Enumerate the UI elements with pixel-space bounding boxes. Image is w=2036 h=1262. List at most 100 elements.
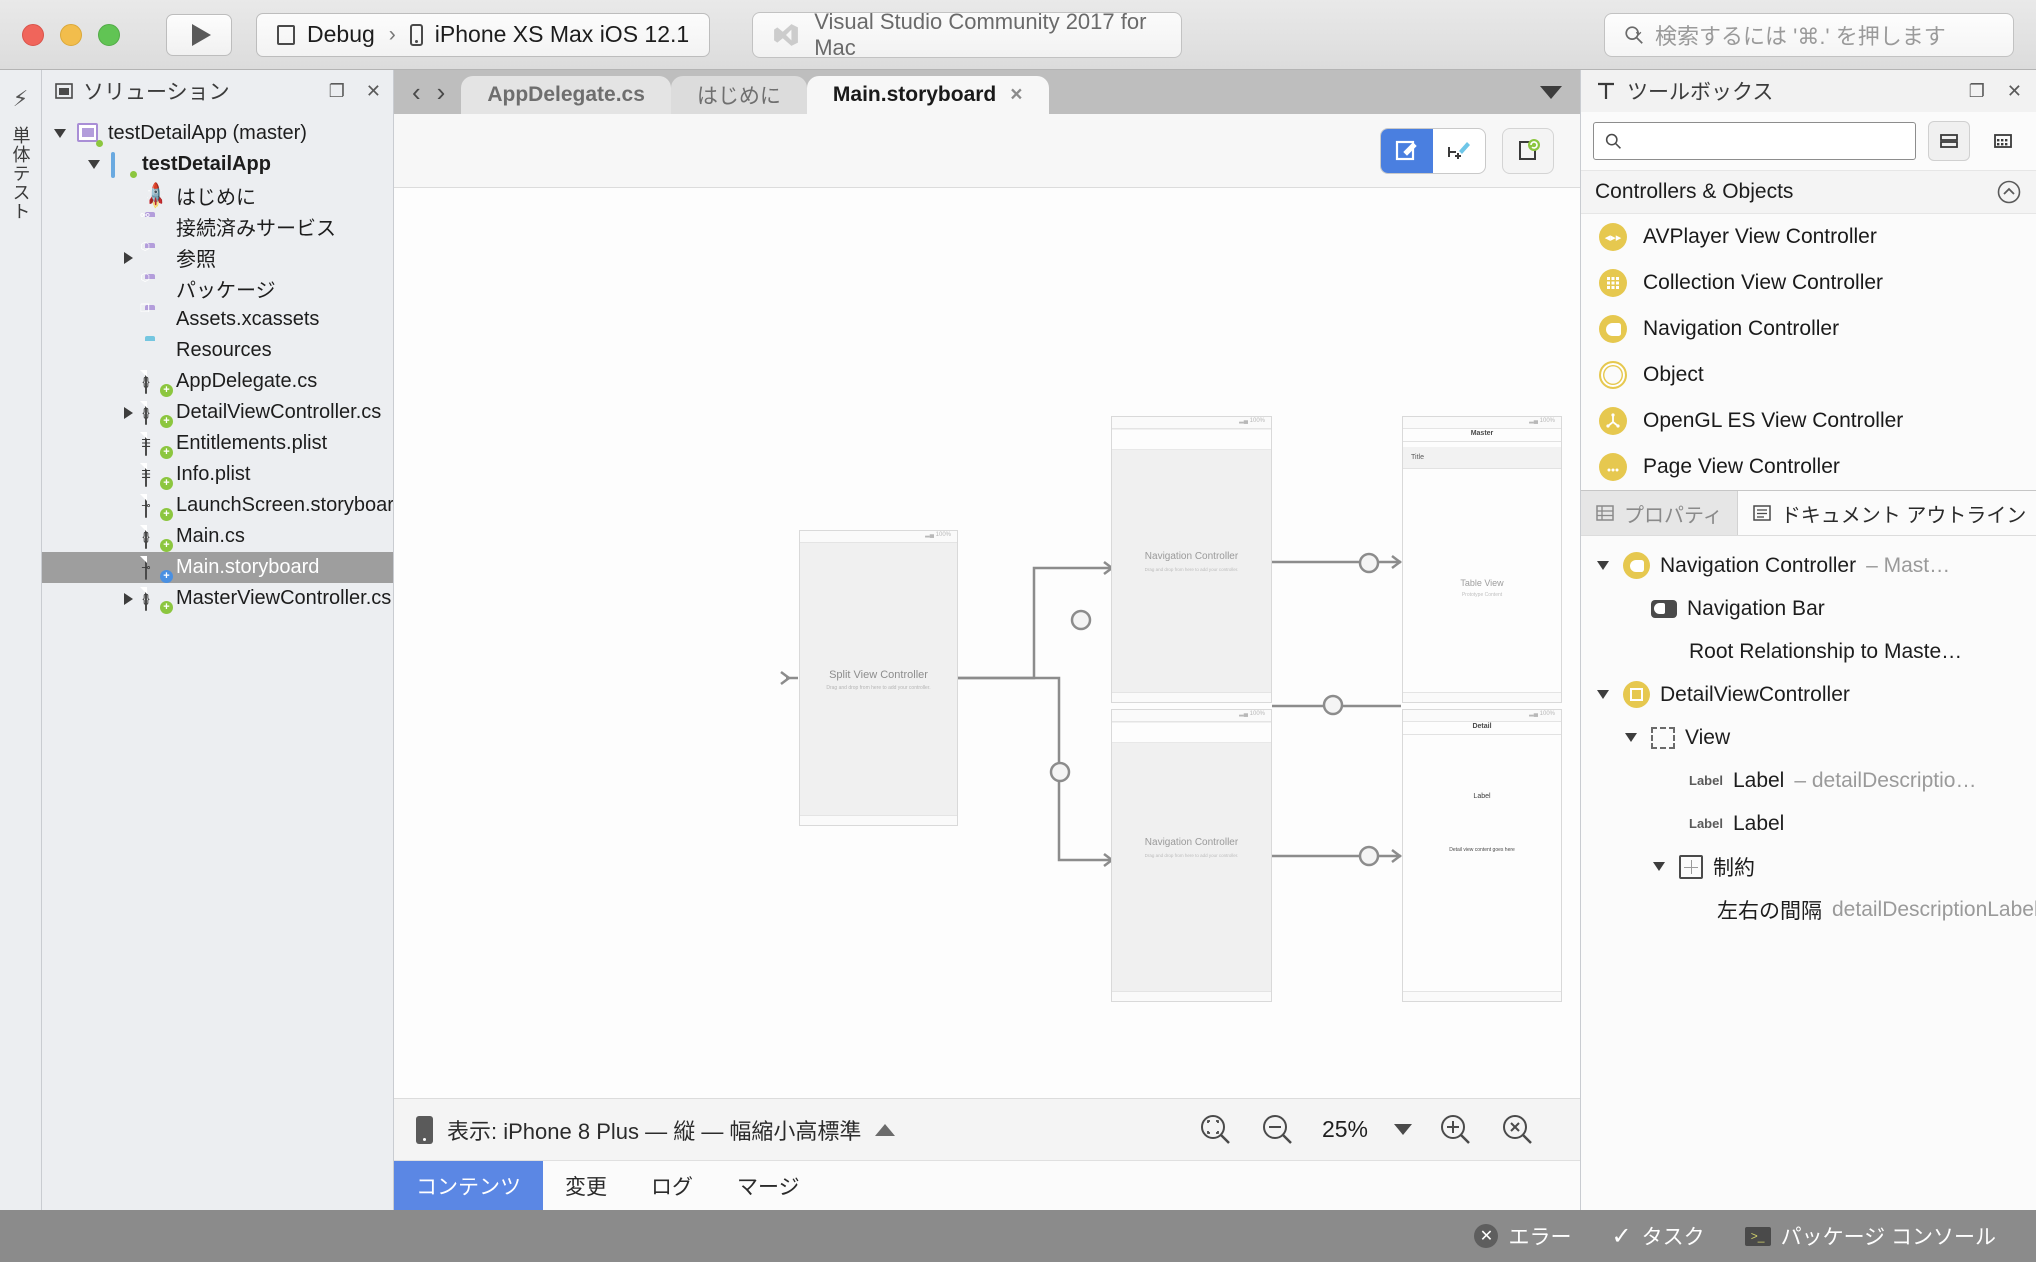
tab-nav-arrows: ‹ › <box>394 70 461 114</box>
pad-close-button[interactable]: ✕ <box>2007 81 2022 102</box>
edit-constraints-button[interactable] <box>1433 129 1485 173</box>
expander-open-icon[interactable] <box>1593 561 1613 570</box>
zoom-in-icon[interactable] <box>1438 1112 1474 1148</box>
expander-open-icon[interactable] <box>84 160 104 169</box>
designer-bottom-tabs[interactable]: コンテンツ 変更 ログ マージ <box>394 1160 1580 1210</box>
expander-open-icon[interactable] <box>1649 862 1669 871</box>
toolbox-search-input[interactable] <box>1593 122 1916 160</box>
pad-maximize-button[interactable]: ❐ <box>329 81 345 102</box>
zoom-level-label[interactable]: 25% <box>1322 1116 1368 1143</box>
tab-appdelegate-cs[interactable]: AppDelegate.cs <box>461 76 671 114</box>
global-search-box[interactable]: 検索するには '⌘.' を押します <box>1604 13 2014 57</box>
designer-bottom-tab[interactable]: ログ <box>629 1161 715 1210</box>
zoom-reset-icon[interactable] <box>1500 1112 1536 1148</box>
solution-tree-row[interactable]: ☰ + Entitlements.plist <box>42 428 393 459</box>
divider <box>1403 734 1561 735</box>
chevron-down-icon[interactable] <box>1394 1124 1412 1135</box>
refresh-layout-button[interactable] <box>1502 127 1554 174</box>
tab-overflow-menu[interactable] <box>1522 70 1580 114</box>
toolbox-grid-view-button[interactable] <box>1982 121 2024 161</box>
outline-row[interactable]: Navigation Bar <box>1581 587 2036 630</box>
tab-close-button[interactable]: × <box>1010 83 1022 107</box>
close-window-button[interactable] <box>22 23 44 46</box>
minimize-window-button[interactable] <box>60 23 82 46</box>
toolbox-search-field[interactable] <box>1630 130 1905 152</box>
outline-row[interactable]: Label Label <box>1581 802 2036 845</box>
designer-mode-segmented[interactable] <box>1380 127 1486 174</box>
solution-tree-row[interactable]: {} + MasterViewController.cs <box>42 583 393 614</box>
toolbox-item[interactable]: Collection View Controller <box>1581 260 2036 306</box>
scene-master-table-view[interactable]: ▂▄ 100% Master Title Table View Prototyp… <box>1402 416 1562 703</box>
chevron-up-circle-icon[interactable] <box>1996 179 2022 205</box>
outline-row[interactable]: Label Label – detailDescriptio… <box>1581 759 2036 802</box>
zoom-out-icon[interactable] <box>1260 1112 1296 1148</box>
status-tasks[interactable]: ✓ タスク <box>1611 1221 1704 1251</box>
solution-tree-row[interactable]: ⊸ + Main.storyboard <box>42 552 393 583</box>
outline-row[interactable]: 制約 <box>1581 845 2036 888</box>
zoom-fit-icon[interactable] <box>1198 1112 1234 1148</box>
scene-navigation-controller-detail[interactable]: ▂▄ 100% Navigation Controller Drag and d… <box>1111 709 1272 1002</box>
navigate-back-button[interactable]: ‹ <box>412 77 421 108</box>
solution-tree-row[interactable]: 🚀 はじめに <box>42 180 393 211</box>
outline-row[interactable]: DetailViewController <box>1581 673 2036 716</box>
csharp-file-icon: {} <box>142 586 150 611</box>
toolbox-item-list[interactable]: ◂▸▸ AVPlayer View Controller Collection Vi… <box>1581 214 2036 490</box>
designer-bottom-tab[interactable]: マージ <box>715 1161 822 1210</box>
rail-item-unit-tests[interactable]: 単体テスト <box>8 126 34 221</box>
triangle-up-icon[interactable] <box>875 1123 896 1136</box>
expander-closed-icon[interactable] <box>118 592 138 605</box>
expander-open-icon[interactable] <box>1593 690 1613 699</box>
solution-tree-row[interactable]: testDetailApp (master) <box>42 118 393 149</box>
zoom-window-button[interactable] <box>98 23 120 46</box>
toolbox-item[interactable]: Object <box>1581 352 2036 398</box>
scene-detail-view[interactable]: ▂▄ 100% Detail Label Detail view content… <box>1402 709 1562 1002</box>
solution-tree-row[interactable]: ⬡ 参照 <box>42 241 393 273</box>
toolbox-item[interactable]: ◂▸▸ AVPlayer View Controller <box>1581 214 2036 260</box>
tab-main-storyboard[interactable]: Main.storyboard × <box>806 76 1049 114</box>
toolbox-item[interactable]: Page View Controller <box>1581 444 2036 490</box>
toolbox-section-controllers-objects[interactable]: Controllers & Objects <box>1581 170 2036 214</box>
expander-closed-icon[interactable] <box>118 406 138 419</box>
designer-bottom-tab[interactable]: コンテンツ <box>394 1161 543 1210</box>
solution-tree-row[interactable]: ⬡ パッケージ <box>42 272 393 304</box>
outline-row[interactable]: Navigation Controller – Mast… <box>1581 544 2036 587</box>
outline-panel-tab[interactable]: プロパティ <box>1581 491 1738 535</box>
toolbox-item[interactable]: OpenGL ES View Controller <box>1581 398 2036 444</box>
run-button[interactable] <box>166 13 232 56</box>
storyboard-canvas[interactable]: ▂▄ 100% Split View Controller Drag and d… <box>394 188 1580 1098</box>
solution-tree-row[interactable]: {} + Main.cs <box>42 521 393 552</box>
outline-panel-tab[interactable]: ドキュメント アウトライン <box>1737 491 2036 535</box>
solution-tree-row[interactable]: Resources <box>42 335 393 366</box>
expander-open-icon[interactable] <box>1621 733 1641 742</box>
solution-tree[interactable]: testDetailApp (master) testDetailApp 🚀 はじめに… <box>42 112 393 1210</box>
document-outline-tree[interactable]: Navigation Controller – Mast… Navigation B… <box>1581 536 2036 1210</box>
navigate-forward-button[interactable]: › <box>437 77 446 108</box>
solution-tree-row[interactable]: ☰ + Info.plist <box>42 459 393 490</box>
toolbox-item[interactable]: Navigation Controller <box>1581 306 2036 352</box>
outline-row[interactable]: Root Relationship to Maste… <box>1581 630 2036 673</box>
solution-tree-row[interactable]: {} + AppDelegate.cs <box>42 366 393 397</box>
outline-row[interactable]: 左右の間隔 detailDescriptionLabel <box>1581 888 2036 931</box>
status-package-console[interactable]: >_ パッケージ コンソール <box>1744 1221 1996 1251</box>
solution-tree-row[interactable]: testDetailApp <box>42 149 393 180</box>
solution-tree-row[interactable]: {} + DetailViewController.cs <box>42 397 393 428</box>
expander-open-icon[interactable] <box>50 129 70 138</box>
scene-split-view-controller[interactable]: ▂▄ 100% Split View Controller Drag and d… <box>799 530 958 826</box>
scene-navigation-controller-master[interactable]: ▂▄ 100% Navigation Controller Drag and d… <box>1111 416 1272 703</box>
design-surface-button[interactable] <box>1381 128 1433 173</box>
run-configuration-selector[interactable]: Debug › iPhone XS Max iOS 12.1 <box>256 12 711 57</box>
solution-tree-row[interactable]: ❐ Assets.xcassets <box>42 303 393 335</box>
toolbox-list-view-button[interactable] <box>1928 121 1970 161</box>
designer-bottom-tab[interactable]: 変更 <box>543 1161 629 1210</box>
solution-tree-row[interactable]: ⚯ 接続済みサービス <box>42 210 393 242</box>
pad-close-button[interactable]: ✕ <box>366 81 381 102</box>
scene-navbar <box>1112 723 1271 743</box>
solution-tree-row[interactable]: ⊸ + LaunchScreen.storyboard <box>42 490 393 521</box>
outline-row[interactable]: View <box>1581 716 2036 759</box>
tab-getting-started[interactable]: はじめに <box>670 76 807 114</box>
expander-closed-icon[interactable] <box>118 251 138 264</box>
pad-maximize-button[interactable]: ❐ <box>1969 81 1985 102</box>
added-badge: + <box>160 507 173 521</box>
status-errors[interactable]: ✕ エラー <box>1474 1221 1571 1251</box>
outline-panel-tabs[interactable]: プロパティ ドキュメント アウトライン <box>1581 490 2036 536</box>
